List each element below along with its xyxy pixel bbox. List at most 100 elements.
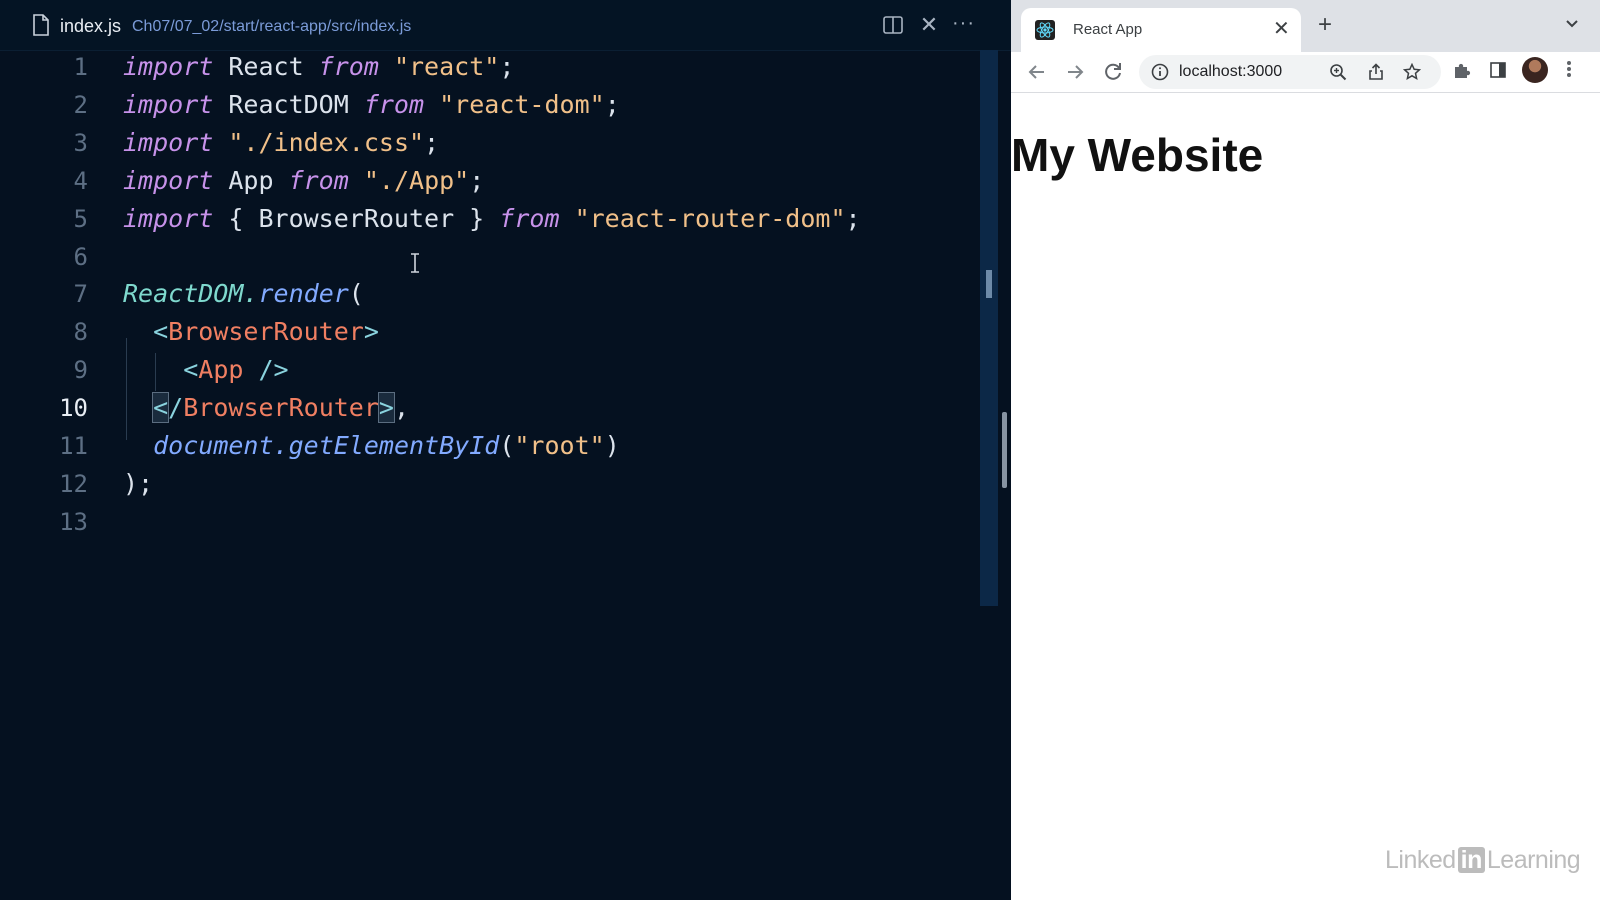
side-panel-icon[interactable] (1489, 61, 1507, 79)
code-token: from (499, 203, 560, 233)
code-text[interactable]: </BrowserRouter>, (123, 391, 409, 425)
react-favicon-icon (1035, 20, 1055, 40)
code-token: ; (845, 203, 861, 233)
indent-guide (155, 353, 156, 391)
new-tab-icon[interactable]: + (1318, 13, 1332, 37)
browser-tab-strip: React App ✕ + (1011, 0, 1600, 52)
watermark-in-logo: in (1457, 847, 1485, 873)
code-token: > (377, 392, 395, 424)
forward-arrow-icon[interactable] (1063, 60, 1087, 84)
code-line[interactable]: 5 import { BrowserRouter } from "react-ro… (0, 202, 980, 240)
line-number[interactable]: 8 (40, 315, 88, 349)
code-line[interactable]: 4 import App from "./App"; (0, 164, 980, 202)
code-token: from (363, 89, 425, 119)
code-token: "react" (393, 52, 500, 81)
code-line[interactable]: 6 (0, 240, 980, 278)
pane-divider-handle[interactable] (1002, 412, 1007, 488)
code-line[interactable]: 8 <BrowserRouter> (0, 315, 980, 353)
code-text[interactable]: import App from "./App"; (123, 164, 484, 198)
line-number[interactable]: 3 (40, 126, 88, 160)
share-icon[interactable] (1367, 63, 1385, 81)
code-editor[interactable]: index.js Ch07/07_02/start/react-app/src/… (0, 0, 1011, 900)
profile-avatar[interactable] (1522, 57, 1548, 83)
file-icon (33, 14, 49, 36)
code-text[interactable]: import React from "react"; (123, 50, 514, 84)
close-tab-icon[interactable]: ✕ (1273, 18, 1290, 40)
line-number[interactable]: 13 (40, 505, 88, 539)
tab-search-chevron-icon[interactable] (1564, 17, 1580, 31)
line-number[interactable]: 2 (40, 88, 88, 122)
code-token: ReactDOM (213, 89, 364, 119)
line-number[interactable]: 11 (40, 429, 88, 463)
code-token: import (123, 203, 214, 233)
code-line[interactable]: 7 ReactDOM.render( (0, 277, 980, 315)
code-text[interactable]: import ReactDOM from "react-dom"; (123, 88, 620, 122)
code-text[interactable]: import { BrowserRouter } from "react-rou… (123, 202, 861, 236)
code-token: ; (424, 127, 440, 157)
code-text[interactable]: ReactDOM.render( (123, 277, 364, 311)
line-number[interactable]: 9 (40, 353, 88, 387)
line-number[interactable]: 4 (40, 164, 88, 198)
code-line[interactable]: 10 </BrowserRouter>, (0, 391, 980, 429)
code-token: BrowserRouter (168, 317, 364, 347)
code-token: "./App" (363, 165, 470, 195)
line-number[interactable]: 1 (40, 50, 88, 84)
code-token: < (183, 355, 199, 385)
code-token: ) (604, 431, 620, 460)
split-editor-icon[interactable] (882, 14, 904, 36)
address-bar[interactable]: localhost:3000 (1139, 55, 1441, 89)
extensions-puzzle-icon[interactable] (1452, 60, 1472, 80)
code-token: React (213, 52, 319, 81)
code-line[interactable]: 11 document.getElementById("root") (0, 429, 980, 467)
code-token: ( (499, 431, 515, 460)
code-line[interactable]: 3 import "./index.css"; (0, 126, 980, 164)
line-number[interactable]: 10 (40, 391, 88, 425)
code-line[interactable]: 1 import React from "react"; (0, 50, 980, 88)
code-token: getElementById (288, 431, 500, 460)
zoom-icon[interactable] (1329, 63, 1347, 81)
watermark-part: Linked (1385, 846, 1456, 874)
line-number[interactable]: 7 (40, 277, 88, 311)
page-heading: My Website (1011, 129, 1264, 181)
code-line[interactable]: 13 (0, 505, 980, 543)
code-text[interactable]: <BrowserRouter> (123, 315, 379, 349)
line-number[interactable]: 12 (40, 467, 88, 501)
code-token: /> (243, 355, 289, 385)
back-arrow-icon[interactable] (1025, 60, 1049, 84)
code-text[interactable]: ); (123, 467, 153, 501)
line-number[interactable]: 5 (40, 202, 88, 236)
editor-scrollbar[interactable] (980, 50, 998, 606)
browser-window: React App ✕ + localhost:3000 My Website … (1011, 0, 1600, 900)
code-token: App (213, 165, 289, 195)
code-line[interactable]: 2 import ReactDOM from "react-dom"; (0, 88, 980, 126)
code-text[interactable]: import "./index.css"; (123, 126, 439, 160)
reload-icon[interactable] (1101, 60, 1125, 84)
browser-tab-title: React App (1073, 21, 1143, 38)
code-token: "./index.css" (228, 127, 425, 157)
bookmark-star-icon[interactable] (1403, 63, 1421, 81)
browser-menu-icon[interactable] (1566, 58, 1572, 80)
code-token: import (123, 127, 214, 157)
editor-file-name[interactable]: index.js (60, 16, 121, 37)
browser-toolbar: localhost:3000 (1011, 52, 1600, 93)
more-actions-icon[interactable]: ··· (952, 13, 974, 36)
url-text[interactable]: localhost:3000 (1179, 63, 1282, 81)
site-info-icon[interactable] (1151, 63, 1169, 81)
code-line[interactable]: 12); (0, 467, 980, 505)
code-text[interactable]: <App /> (123, 353, 289, 387)
code-token: > (363, 317, 379, 347)
code-token: { BrowserRouter } (213, 203, 500, 233)
code-token: ReactDOM (123, 279, 244, 309)
line-number[interactable]: 6 (40, 240, 88, 274)
code-text[interactable]: document.getElementById("root") (123, 429, 620, 463)
browser-tab[interactable]: React App ✕ (1021, 8, 1301, 52)
code-line[interactable]: 9 <App /> (0, 353, 980, 391)
close-editor-icon[interactable]: ✕ (918, 14, 940, 36)
